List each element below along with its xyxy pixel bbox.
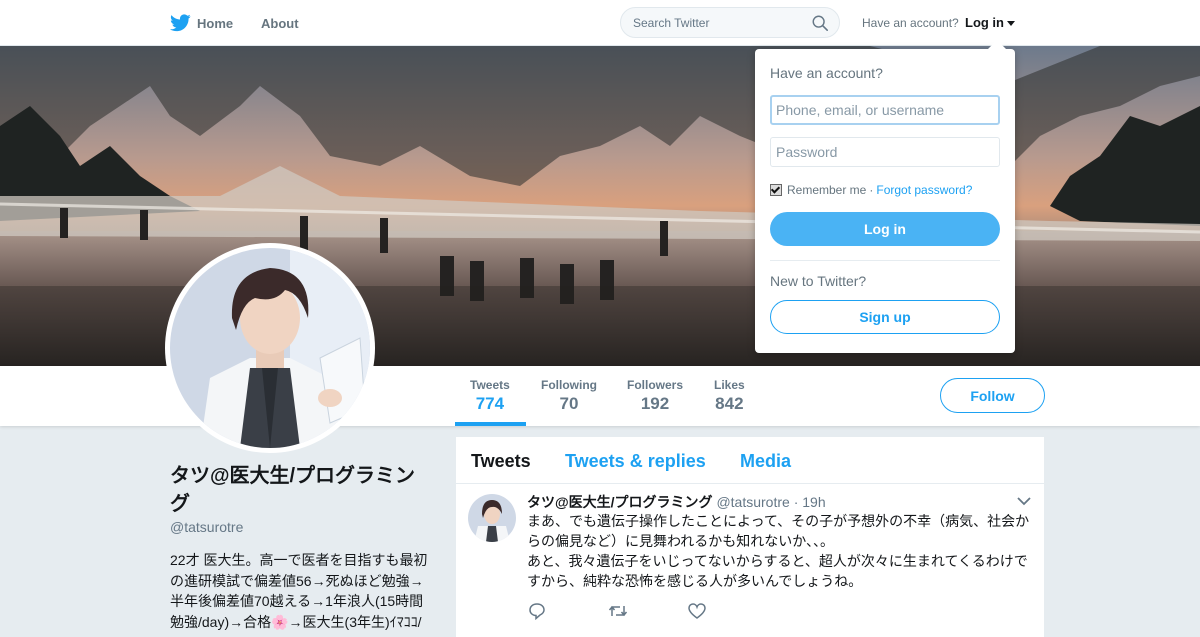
remember-me-checkbox[interactable] <box>770 184 782 196</box>
tweet-avatar-image <box>468 494 516 542</box>
remember-me-label[interactable]: Remember me <box>787 183 866 197</box>
tweet-text: まあ、でも遺伝子操作したことによって、その子が予想外の不幸（病気、社会か らの偏… <box>527 511 1037 591</box>
remember-me-row: Remember me · Forgot password? <box>770 183 972 197</box>
separator-dot: · <box>869 183 874 197</box>
timeline: Tweets Tweets & replies Media タツ@医大生/プログ… <box>456 437 1044 637</box>
tweet-avatar[interactable] <box>468 494 516 542</box>
top-navigation-bar: Home About Search Twitter Have an accoun… <box>0 0 1200 46</box>
profile-handle[interactable]: @tatsurotre <box>170 519 243 535</box>
search-input[interactable]: Search Twitter <box>620 7 840 38</box>
follow-button[interactable]: Follow <box>940 378 1045 413</box>
tweet-header: タツ@医大生/プログラミング @tatsurotre · 19h <box>527 492 826 512</box>
stat-label: Followers <box>627 378 684 392</box>
search-icon[interactable] <box>811 14 829 32</box>
tab-tweets-and-replies[interactable]: Tweets & replies <box>565 451 706 472</box>
tweet-separator: · <box>793 494 799 510</box>
login-link-label: Log in <box>965 15 1004 30</box>
active-tab-underline <box>455 422 526 426</box>
stat-label: Following <box>541 378 597 392</box>
tweet-author-handle[interactable]: @tatsurotre <box>716 494 789 510</box>
stat-tweets[interactable]: Tweets 774 <box>470 378 510 414</box>
caret-down-icon <box>1007 21 1015 27</box>
tweet-text-line: あと、我々遺伝子をいじってないからすると、超人が次々に生まれてくるわけで <box>527 553 1028 569</box>
tweet-timestamp[interactable]: 19h <box>802 494 825 510</box>
tweet-author-name[interactable]: タツ@医大生/プログラミング <box>527 494 713 510</box>
username-field[interactable]: Phone, email, or username <box>770 95 1000 125</box>
reply-icon[interactable] <box>528 602 546 620</box>
tab-tweets[interactable]: Tweets <box>471 451 531 472</box>
search-placeholder: Search Twitter <box>633 16 710 30</box>
retweet-icon[interactable] <box>608 602 628 620</box>
stat-label: Tweets <box>470 378 510 392</box>
avatar-illustration <box>170 248 370 448</box>
twitter-bird-icon[interactable] <box>170 14 191 32</box>
like-icon[interactable] <box>688 602 706 620</box>
tab-media[interactable]: Media <box>740 451 791 472</box>
stat-value: 842 <box>715 394 744 413</box>
timeline-tabs: Tweets Tweets & replies Media <box>456 437 1044 484</box>
login-button[interactable]: Log in <box>770 212 1000 246</box>
divider <box>770 260 1000 261</box>
tweet-text-line: まあ、でも遺伝子操作したことによって、その子が予想外の不幸（病気、社会か <box>527 513 1030 529</box>
new-to-twitter-text: New to Twitter? <box>770 273 867 289</box>
dropdown-title: Have an account? <box>770 65 883 81</box>
login-dropdown-toggle[interactable]: Log in <box>965 15 1015 30</box>
tweet-text-line: すから、純粋な恐怖を感じる人が多いんでしょうね。 <box>527 573 863 589</box>
signup-button[interactable]: Sign up <box>770 300 1000 334</box>
stat-value: 774 <box>475 394 505 413</box>
forgot-password-link[interactable]: Forgot password? <box>876 183 972 197</box>
stat-value: 70 <box>559 394 579 413</box>
stat-followers[interactable]: Followers 192 <box>627 378 683 414</box>
profile-name[interactable]: タツ@医大生/プログラミング <box>170 462 430 518</box>
profile-avatar[interactable] <box>165 243 375 453</box>
stat-following[interactable]: Following 70 <box>541 378 597 414</box>
stat-value: 192 <box>640 394 670 413</box>
login-dropdown: Have an account? Phone, email, or userna… <box>755 40 1015 353</box>
password-field[interactable]: Password <box>770 137 1000 167</box>
avatar <box>170 248 370 448</box>
dropdown-arrow <box>988 40 1006 49</box>
stat-likes[interactable]: Likes 842 <box>714 378 745 414</box>
nav-about-link[interactable]: About <box>261 0 299 46</box>
profile-bio: 22才 医大生。高一で医者を目指すも最初の進研模試で偏差値56→死ぬほど勉強→半… <box>170 552 428 630</box>
tweet-text-line: らの偏見など）に見舞われるかも知れないか、、。 <box>527 533 835 549</box>
stat-label: Likes <box>714 378 745 392</box>
chevron-down-icon[interactable] <box>1017 496 1031 506</box>
nav-home-link[interactable]: Home <box>197 0 233 46</box>
have-account-text: Have an account? <box>862 16 959 30</box>
